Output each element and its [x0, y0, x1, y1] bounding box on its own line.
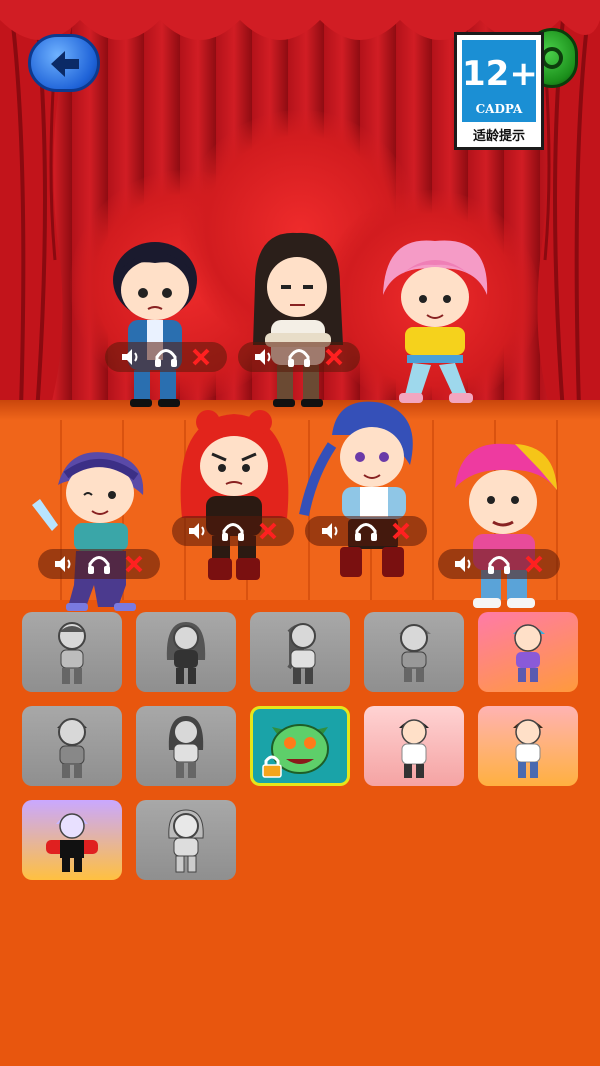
character-thumbnail	[58, 622, 86, 684]
performer-red-hair-girl[interactable]	[172, 408, 297, 588]
character-card-used[interactable]	[22, 706, 122, 786]
character-card-available[interactable]	[22, 800, 122, 880]
performer-controls	[172, 516, 294, 546]
speaker-icon[interactable]	[251, 345, 277, 369]
character-card-used[interactable]	[136, 706, 236, 786]
remove-icon[interactable]	[521, 552, 547, 576]
character-card-used[interactable]	[22, 612, 122, 692]
headphones-icon[interactable]	[286, 345, 312, 369]
speaker-icon[interactable]	[185, 519, 211, 543]
performer-boy-blue-suit[interactable]	[100, 225, 210, 410]
back-arrow-icon	[51, 51, 79, 77]
character-thumbnail	[168, 716, 204, 778]
character-thumbnail	[166, 622, 206, 684]
headphones-icon[interactable]	[220, 519, 246, 543]
character-thumbnail	[57, 718, 87, 778]
speaker-icon[interactable]	[51, 552, 77, 576]
age-rating-badge: 12+ CADPA 适龄提示	[454, 32, 544, 150]
headphones-icon[interactable]	[153, 345, 179, 369]
remove-icon[interactable]	[388, 519, 414, 543]
character-card-available[interactable]	[478, 612, 578, 692]
character-thumbnail	[513, 719, 543, 778]
remove-icon[interactable]	[188, 345, 214, 369]
character-card-used[interactable]	[136, 800, 236, 880]
performer-controls	[38, 549, 160, 579]
performer-purple-hair-girl[interactable]	[28, 445, 158, 615]
character-thumbnail	[399, 624, 431, 682]
character-thumbnail	[168, 809, 204, 873]
age-rating-panel: 12+ CADPA	[462, 40, 538, 122]
character-card-used[interactable]	[250, 612, 350, 692]
age-rating-number: 12+	[462, 54, 538, 94]
performer-girl-long-hair[interactable]	[245, 225, 350, 410]
character-thumbnail	[287, 623, 316, 684]
character-card-used[interactable]	[136, 612, 236, 692]
performer-pink-yellow-hair-boy[interactable]	[445, 440, 565, 612]
speaker-icon[interactable]	[318, 519, 344, 543]
remove-icon[interactable]	[255, 519, 281, 543]
back-button[interactable]	[28, 34, 100, 92]
age-rating-label: 适龄提示	[472, 129, 525, 144]
performer-pink-hair-boy[interactable]	[375, 235, 495, 410]
performer-controls	[105, 342, 227, 372]
character-thumbnail	[46, 813, 98, 872]
character-thumbnail	[513, 624, 545, 682]
character-card-available[interactable]	[478, 706, 578, 786]
performer-controls	[438, 549, 560, 579]
character-card-available[interactable]	[364, 706, 464, 786]
performer-controls	[238, 342, 360, 372]
headphones-icon[interactable]	[353, 519, 379, 543]
performer-controls	[305, 516, 427, 546]
speaker-icon[interactable]	[451, 552, 477, 576]
performer-blue-braid-girl[interactable]	[292, 395, 432, 585]
character-thumbnail	[399, 719, 429, 778]
lock-icon	[262, 755, 282, 778]
remove-icon[interactable]	[321, 345, 347, 369]
headphones-icon[interactable]	[86, 552, 112, 576]
character-card-used[interactable]	[364, 612, 464, 692]
headphones-icon[interactable]	[486, 552, 512, 576]
speaker-icon[interactable]	[118, 345, 144, 369]
character-card-locked[interactable]	[250, 706, 350, 786]
age-rating-org: CADPA	[475, 102, 523, 116]
remove-icon[interactable]	[121, 552, 147, 576]
